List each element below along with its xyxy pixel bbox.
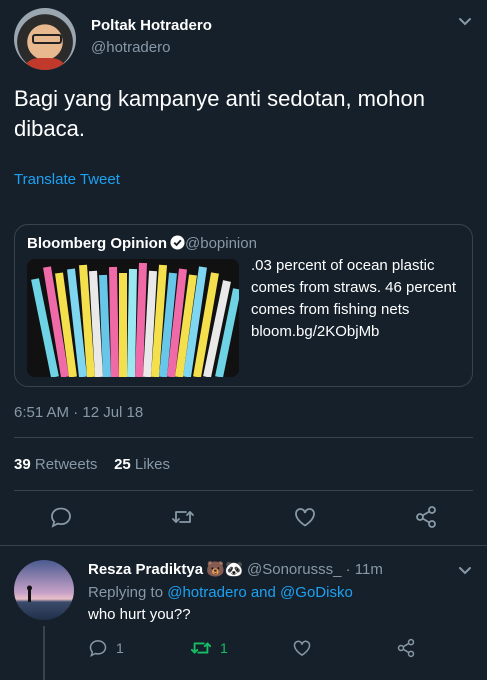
retweets-stat[interactable]: 39 Retweets	[14, 456, 97, 473]
reply-share-button[interactable]	[396, 637, 416, 659]
quote-author-handle[interactable]: @bopinion	[185, 235, 257, 252]
mention-link[interactable]: @hotradero	[167, 584, 246, 601]
reply-reply-button[interactable]: 1	[88, 637, 124, 659]
thread-line	[43, 626, 45, 680]
reply-retweet-button[interactable]: 1	[190, 637, 228, 659]
quote-text: .03 percent of ocean plastic comes from …	[251, 257, 457, 340]
likes-stat[interactable]: 25 Likes	[114, 456, 170, 473]
divider	[0, 545, 487, 546]
reply-author-handle[interactable]: @Sonorusss_ · 11m	[247, 561, 383, 578]
reply-text: who hurt you??	[88, 606, 191, 623]
retweets-count: 39	[14, 456, 31, 473]
replying-and: and	[250, 584, 276, 601]
chevron-down-icon[interactable]	[457, 563, 473, 579]
author-name[interactable]: Poltak Hotradero	[91, 17, 212, 34]
retweet-icon[interactable]	[171, 505, 195, 529]
engagement-stats: 39 Retweets 25 Likes	[14, 456, 170, 473]
share-icon	[396, 638, 416, 658]
tweet-text: Bagi yang kampanye anti sedotan, mohon d…	[14, 86, 425, 141]
retweets-label: Retweets	[34, 456, 98, 473]
share-icon[interactable]	[414, 505, 438, 529]
translate-tweet-link[interactable]: Translate Tweet	[14, 171, 120, 188]
reply-author-avatar[interactable]	[14, 560, 74, 620]
reply-icon[interactable]	[49, 505, 73, 529]
author-handle[interactable]: @hotradero	[91, 39, 170, 56]
quoted-tweet-card[interactable]: Bloomberg Opinion @bopinion .03 percent …	[14, 224, 473, 387]
likes-label: Likes	[134, 456, 170, 473]
reply-time: · 11m	[345, 561, 383, 578]
mention-link[interactable]: @GoDisko	[280, 584, 353, 601]
like-icon	[292, 638, 312, 658]
tweet-timestamp[interactable]: 6:51 AM · 12 Jul 18	[14, 404, 143, 421]
retweet-icon	[190, 637, 212, 659]
reply-author-name[interactable]: Resza Pradiktya	[88, 561, 203, 578]
quote-author[interactable]: Bloomberg Opinion	[27, 235, 185, 252]
avatar-glasses	[32, 34, 62, 44]
straws-image[interactable]	[27, 259, 239, 377]
chevron-down-icon[interactable]	[457, 14, 473, 30]
reply-handle-text: @Sonorusss_	[247, 561, 342, 578]
replying-to: Replying to @hotradero and @GoDisko	[88, 584, 353, 601]
quote-author-name: Bloomberg Opinion	[27, 235, 167, 252]
avatar-shirt	[26, 58, 64, 70]
author-avatar[interactable]	[14, 8, 76, 70]
reply-author-emoji: 🐻🐼	[206, 561, 244, 578]
likes-count: 25	[114, 456, 131, 473]
reply-like-button[interactable]	[292, 637, 312, 659]
verified-badge-icon	[170, 235, 185, 250]
divider	[14, 437, 473, 438]
reply-icon	[88, 638, 108, 658]
divider	[14, 490, 473, 491]
replying-prefix: Replying to	[88, 584, 164, 601]
like-icon[interactable]	[293, 505, 317, 529]
reply-retweet-count: 1	[220, 640, 228, 656]
reply-reply-count: 1	[116, 640, 124, 656]
